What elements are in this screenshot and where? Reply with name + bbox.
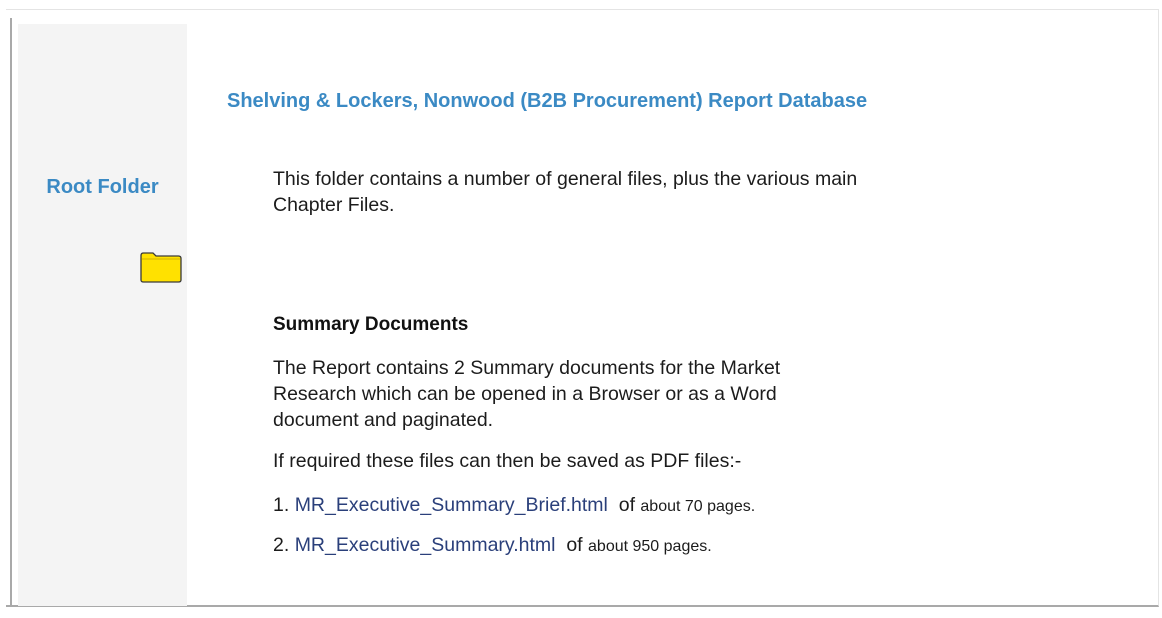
list-item-number: 1. <box>273 494 290 516</box>
sidebar-title: Root Folder <box>46 176 159 198</box>
summary-heading: Summary Documents <box>273 314 469 335</box>
list-item-of: of <box>618 494 635 516</box>
executive-summary-brief-link[interactable]: MR_Executive_Summary_Brief.html <box>295 494 608 516</box>
list-item-pages: about 950 pages. <box>588 538 712 555</box>
intro-paragraph: This folder contains a number of general… <box>273 168 858 216</box>
list-item: 2. MR_Executive_Summary.html of about 95… <box>273 532 1033 560</box>
folder-icon[interactable] <box>140 250 182 283</box>
list-item-of: of <box>566 534 583 556</box>
executive-summary-link[interactable]: MR_Executive_Summary.html <box>295 534 556 556</box>
list-item-suffix: of about 70 pages. <box>613 494 755 516</box>
report-title: Shelving & Lockers, Nonwood (B2B Procure… <box>227 90 868 112</box>
list-item: 1. MR_Executive_Summary_Brief.html of ab… <box>273 492 1033 520</box>
list-item-pages: about 70 pages. <box>640 498 756 515</box>
sidebar: Root Folder <box>18 24 187 606</box>
left-border-rule <box>10 18 12 607</box>
list-item-number: 2. <box>273 534 290 556</box>
summary-paragraph: The Report contains 2 Summary documents … <box>273 357 781 431</box>
list-item-suffix: of about 950 pages. <box>561 534 712 556</box>
pdf-note: If required these files can then be save… <box>273 450 742 472</box>
